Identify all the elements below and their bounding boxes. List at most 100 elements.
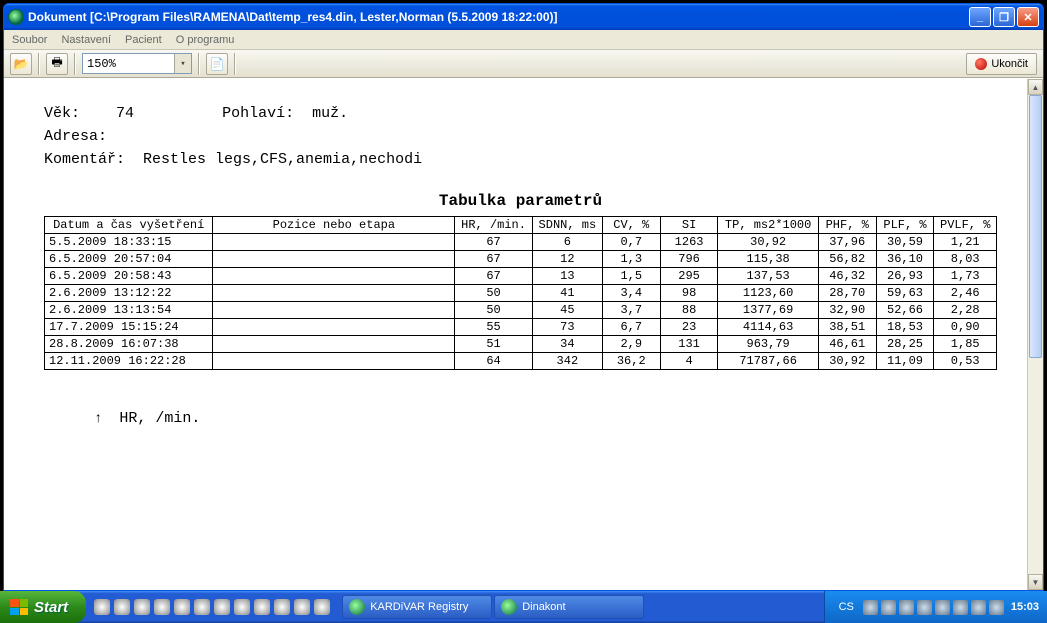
table-cell: 2.6.2009 13:12:22 (45, 285, 213, 302)
tray-icon[interactable] (881, 600, 896, 615)
task-dinakont[interactable]: Dinakont (494, 595, 644, 619)
table-cell: 45 (532, 302, 602, 319)
toolbar: 📂 🖶 150% 📄 Ukončit (4, 50, 1043, 78)
table-cell: 137,53 (718, 268, 818, 285)
stop-icon (975, 58, 987, 70)
quick-icon[interactable] (214, 599, 230, 615)
vertical-scrollbar[interactable]: ▲ ▼ (1027, 79, 1043, 590)
table-cell: 6.5.2009 20:58:43 (45, 268, 213, 285)
start-button[interactable]: Start (0, 591, 86, 623)
quick-icon[interactable] (134, 599, 150, 615)
table-cell: 51 (455, 336, 533, 353)
close-button[interactable]: ✕ (1017, 7, 1039, 27)
quick-icon[interactable] (314, 599, 330, 615)
zoom-select[interactable]: 150% (82, 53, 192, 74)
table-cell: 73 (532, 319, 602, 336)
table-cell: 56,82 (818, 251, 876, 268)
copy-button[interactable]: 📄 (206, 53, 228, 75)
col-sdnn: SDNN, ms (532, 217, 602, 234)
table-cell: 55 (455, 319, 533, 336)
scroll-thumb[interactable] (1029, 95, 1042, 358)
language-indicator[interactable]: CS (833, 601, 860, 613)
table-cell: 30,92 (718, 234, 818, 251)
table-cell: 64 (455, 353, 533, 370)
separator (74, 53, 76, 75)
app-window: Dokument [C:\Program Files\RAMENA\Dat\te… (3, 3, 1044, 591)
table-header-row: Datum a čas vyšetření Pozice nebo etapa … (45, 217, 997, 234)
table-cell: 36,2 (602, 353, 660, 370)
table-cell: 6 (532, 234, 602, 251)
quick-launch (86, 599, 338, 615)
tray-icon[interactable] (935, 600, 950, 615)
restore-button[interactable]: ❐ (993, 7, 1015, 27)
scroll-up-button[interactable]: ▲ (1028, 79, 1043, 95)
table-cell: 0,90 (934, 319, 997, 336)
table-cell: 6,7 (602, 319, 660, 336)
table-cell (213, 353, 455, 370)
quick-icon[interactable] (274, 599, 290, 615)
document: Věk: 74 Pohlaví: muž. Adresa: Komentář: … (4, 79, 1027, 590)
up-arrow-icon: ↑ (94, 411, 102, 427)
print-button[interactable]: 🖶 (46, 53, 68, 75)
quick-icon[interactable] (94, 599, 110, 615)
col-plf: PLF, % (876, 217, 934, 234)
separator (234, 53, 236, 75)
scroll-down-button[interactable]: ▼ (1028, 574, 1043, 590)
col-si: SI (660, 217, 718, 234)
table-cell: 1,73 (934, 268, 997, 285)
table-cell: 13 (532, 268, 602, 285)
task-kardivar[interactable]: KARDiVAR Registry (342, 595, 492, 619)
open-button[interactable]: 📂 (10, 53, 32, 75)
table-cell: 4 (660, 353, 718, 370)
quick-icon[interactable] (194, 599, 210, 615)
table-cell: 115,38 (718, 251, 818, 268)
table-row: 6.5.2009 20:57:0467121,3796115,3856,8236… (45, 251, 997, 268)
taskbar: Start KARDiVAR Registry Dinakont CS (0, 591, 1047, 623)
quick-icon[interactable] (254, 599, 270, 615)
table-cell (213, 302, 455, 319)
tray-icon[interactable] (953, 600, 968, 615)
tray-icon[interactable] (989, 600, 1004, 615)
quick-icon[interactable] (174, 599, 190, 615)
tray-icon[interactable] (917, 600, 932, 615)
menu-oprogramu[interactable]: O programu (176, 34, 235, 46)
tray-icon[interactable] (863, 600, 878, 615)
table-row: 2.6.2009 13:13:5450453,7881377,6932,9052… (45, 302, 997, 319)
title-bar[interactable]: Dokument [C:\Program Files\RAMENA\Dat\te… (4, 4, 1043, 30)
menu-soubor[interactable]: Soubor (12, 34, 47, 46)
table-cell: 23 (660, 319, 718, 336)
table-cell: 0,53 (934, 353, 997, 370)
table-cell: 50 (455, 285, 533, 302)
quick-icon[interactable] (294, 599, 310, 615)
tray-icon[interactable] (971, 600, 986, 615)
table-cell: 37,96 (818, 234, 876, 251)
clock[interactable]: 15:03 (1007, 601, 1039, 613)
menu-pacient[interactable]: Pacient (125, 34, 162, 46)
table-cell: 2.6.2009 13:13:54 (45, 302, 213, 319)
table-cell: 59,63 (876, 285, 934, 302)
menu-nastaveni[interactable]: Nastavení (61, 34, 111, 46)
col-tp: TP, ms2*1000 (718, 217, 818, 234)
table-cell: 963,79 (718, 336, 818, 353)
col-position: Pozice nebo etapa (213, 217, 455, 234)
sex-value: muž. (312, 105, 348, 122)
scroll-track[interactable] (1028, 95, 1043, 574)
quick-icon[interactable] (234, 599, 250, 615)
parameters-table: Datum a čas vyšetření Pozice nebo etapa … (44, 216, 997, 370)
sex-label: Pohlaví: (222, 105, 294, 122)
quick-icon[interactable] (114, 599, 130, 615)
separator (198, 53, 200, 75)
table-cell (213, 251, 455, 268)
table-cell: 52,66 (876, 302, 934, 319)
table-cell (213, 336, 455, 353)
system-tray: CS 15:03 (824, 591, 1047, 623)
quick-icon[interactable] (154, 599, 170, 615)
table-cell (213, 234, 455, 251)
end-button[interactable]: Ukončit (966, 53, 1037, 75)
minimize-button[interactable]: _ (969, 7, 991, 27)
tray-icon[interactable] (899, 600, 914, 615)
table-row: 17.7.2009 15:15:2455736,7234114,6338,511… (45, 319, 997, 336)
table-cell: 12.11.2009 16:22:28 (45, 353, 213, 370)
age-label: Věk: (44, 105, 80, 122)
table-cell: 98 (660, 285, 718, 302)
